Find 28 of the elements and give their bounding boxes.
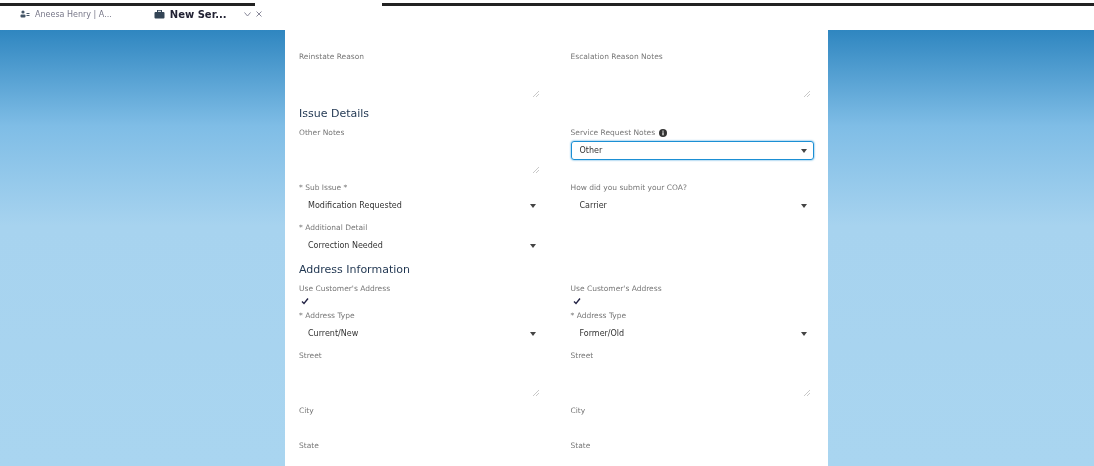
person-icon	[20, 10, 30, 18]
caret-icon	[529, 243, 536, 248]
dropdown-field[interactable]: Correction Needed	[299, 236, 543, 255]
tab[interactable]: Aneesa Henry | A...	[14, 7, 118, 23]
dropdown-field[interactable]: Other	[570, 141, 814, 160]
info-icon[interactable]	[659, 128, 668, 137]
resize-grip-icon[interactable]	[532, 91, 539, 97]
caret-icon	[529, 203, 536, 208]
resize-grip-icon[interactable]	[804, 390, 810, 396]
chevron-down-icon[interactable]	[243, 11, 251, 17]
briefcase-icon	[153, 9, 165, 19]
tab[interactable]: New Ser...	[147, 6, 268, 24]
close-icon[interactable]	[255, 11, 262, 17]
checkmark-icon[interactable]	[301, 297, 309, 305]
caret-icon	[801, 148, 807, 153]
resize-grip-icon[interactable]	[532, 390, 539, 396]
resize-grip-icon[interactable]	[804, 91, 810, 97]
section-heading: Address Information	[299, 263, 411, 276]
caret-icon	[801, 203, 807, 208]
resize-grip-icon[interactable]	[532, 167, 539, 173]
section-heading: Issue Details	[299, 107, 371, 120]
caret-icon	[529, 331, 536, 336]
caret-icon	[801, 331, 807, 336]
dropdown-field[interactable]: Carrier	[570, 196, 814, 215]
dropdown-field[interactable]: Former/Old	[570, 324, 814, 343]
dropdown-field[interactable]: Current/New	[299, 324, 543, 343]
dropdown-field[interactable]: Modification Requested	[299, 196, 543, 215]
checkmark-icon[interactable]	[572, 297, 581, 305]
